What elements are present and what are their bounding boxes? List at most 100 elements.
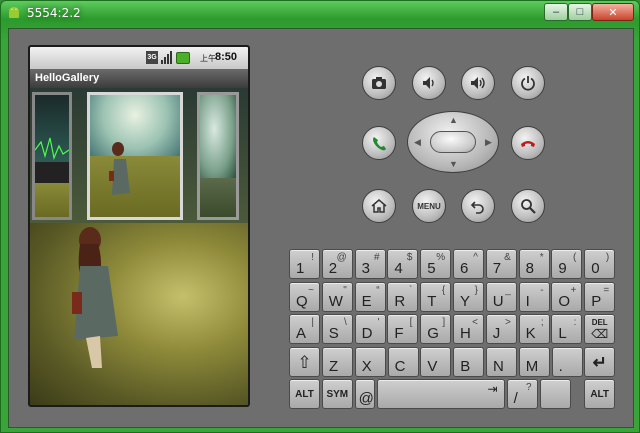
call-button[interactable] (362, 126, 396, 160)
key-alt-label: “ (376, 284, 380, 296)
delete-key[interactable]: DEL ⌫ (584, 314, 616, 344)
key-label: X (361, 357, 372, 375)
dpad-left-icon[interactable]: ◀ (414, 137, 421, 148)
minimize-button[interactable]: ‒ (544, 3, 568, 21)
key-label: Y (460, 292, 471, 310)
dpad-up-icon[interactable]: ▲ (449, 115, 458, 125)
key-f[interactable]: F[ (387, 314, 419, 344)
key-a[interactable]: A | (289, 314, 320, 344)
key-label: C (394, 357, 406, 375)
maximize-button[interactable]: □ (568, 3, 592, 21)
key-5[interactable]: 5% (420, 249, 452, 279)
key-label: / (513, 390, 518, 407)
key-7[interactable]: 7 & (485, 249, 517, 279)
key-alt-label: } (474, 284, 478, 296)
device-screen[interactable]: 3G 上午 8:50 HelloGallery (28, 45, 250, 407)
key-r[interactable]: R ` (387, 281, 419, 312)
key-6[interactable]: 6 ^ (453, 249, 484, 279)
at-key[interactable]: @ (354, 379, 375, 409)
key-z[interactable]: Z (322, 346, 353, 377)
key-alt-label: ! (311, 252, 314, 263)
key-alt-label: $ (406, 252, 413, 263)
dpad-center-button[interactable] (430, 131, 476, 153)
sym-key[interactable]: SYM (321, 379, 353, 409)
key-u[interactable]: U _ (485, 281, 517, 312)
end-call-button[interactable] (511, 126, 545, 160)
key-g[interactable]: G] (420, 314, 452, 344)
key-i[interactable]: I- (518, 281, 550, 312)
key-d[interactable]: D ' (354, 314, 386, 344)
key-4[interactable]: 4 $ (387, 249, 419, 279)
alt-left-key[interactable]: ALT (289, 379, 320, 409)
close-button[interactable]: ✕ (592, 3, 634, 21)
enter-key[interactable]: ↵ (584, 346, 616, 377)
key-3[interactable]: 3 # (354, 249, 386, 279)
key-8[interactable]: 8 * (518, 249, 550, 279)
key-label: B (460, 357, 471, 375)
key-n[interactable]: N (486, 346, 517, 377)
key-2[interactable]: 2 @ (321, 249, 353, 279)
key-s[interactable]: S \ (321, 314, 353, 344)
shift-icon: ⇧ (297, 352, 312, 372)
key-label: O (558, 292, 571, 310)
battery-icon (176, 51, 190, 64)
window-title: 5554:2.2 (27, 6, 81, 20)
hardware-keyboard: 1! 2 @3 #4 $5% 6 ^ 7 & 8 * 9(0) Q ~ W " E “R ` T{Y} U _ I - O + P =… (289, 249, 619, 411)
phone-red-icon (521, 141, 535, 147)
key-m[interactable]: M (518, 346, 550, 377)
camera-button[interactable] (362, 66, 396, 100)
gallery-thumbnail[interactable] (32, 92, 72, 220)
dpad[interactable]: ▲ ▼ ◀ ▶ (407, 111, 499, 173)
key-comma[interactable] (539, 379, 571, 409)
key-slash[interactable]: /? (506, 379, 538, 409)
key-h[interactable]: H < (453, 314, 484, 344)
key-label: @ (358, 390, 374, 407)
key-j[interactable]: J > (485, 314, 517, 344)
key-alt-label: ; (540, 317, 544, 328)
key-y[interactable]: Y} (453, 281, 484, 312)
key-c[interactable]: C (387, 346, 419, 377)
volume-up-button[interactable] (461, 66, 495, 100)
back-button[interactable] (461, 189, 495, 223)
key-o[interactable]: O + (551, 281, 583, 312)
alt-right-key[interactable]: ALT (584, 379, 616, 409)
key-label: K (525, 325, 536, 342)
menu-label: MENU (417, 201, 441, 211)
key-e[interactable]: E “ (354, 281, 386, 312)
key-t[interactable]: T{ (420, 281, 452, 312)
space-key[interactable]: ⇥ (376, 379, 505, 409)
key-v[interactable]: V (420, 346, 452, 377)
shift-key[interactable]: ⇧ (289, 346, 320, 377)
key-period[interactable]: . (551, 346, 583, 377)
key-label: N (493, 357, 504, 375)
key-0[interactable]: 0) (584, 249, 616, 279)
status-time: 8:50 (215, 51, 238, 63)
key-b[interactable]: B (453, 346, 485, 377)
dpad-right-icon[interactable]: ▶ (485, 137, 492, 148)
emulator-window: 5554:2.2 ‒ □ ✕ 3G 上午 8:50 HelloGallery ▲… (0, 0, 640, 433)
key-k[interactable]: K; (518, 314, 550, 344)
search-button[interactable] (511, 189, 545, 223)
gallery-thumbnail-selected[interactable] (87, 92, 183, 220)
gallery-thumbnail[interactable] (197, 92, 239, 220)
key-p[interactable]: P = (584, 281, 616, 312)
volume-down-button[interactable] (412, 66, 446, 100)
home-button[interactable] (362, 189, 396, 223)
back-icon (470, 201, 484, 214)
title-bar[interactable]: 5554:2.2 ‒ □ ✕ (1, 1, 639, 25)
key-alt-label: _ (505, 284, 511, 296)
menu-button[interactable]: MENU (412, 189, 446, 223)
key-x[interactable]: X (354, 346, 386, 377)
selected-image (30, 223, 248, 405)
key-9[interactable]: 9( (551, 249, 583, 279)
key-w[interactable]: W " (321, 281, 353, 312)
key-l[interactable]: L: (551, 314, 583, 344)
maximize-icon: □ (576, 6, 584, 18)
key-alt-label: ) (605, 252, 610, 263)
key-label: 1 (296, 260, 305, 277)
key-1[interactable]: 1! (289, 249, 320, 279)
gallery-view[interactable] (30, 88, 248, 405)
power-button[interactable] (511, 66, 545, 100)
key-q[interactable]: Q ~ (289, 281, 320, 312)
dpad-down-icon[interactable]: ▼ (449, 159, 458, 169)
